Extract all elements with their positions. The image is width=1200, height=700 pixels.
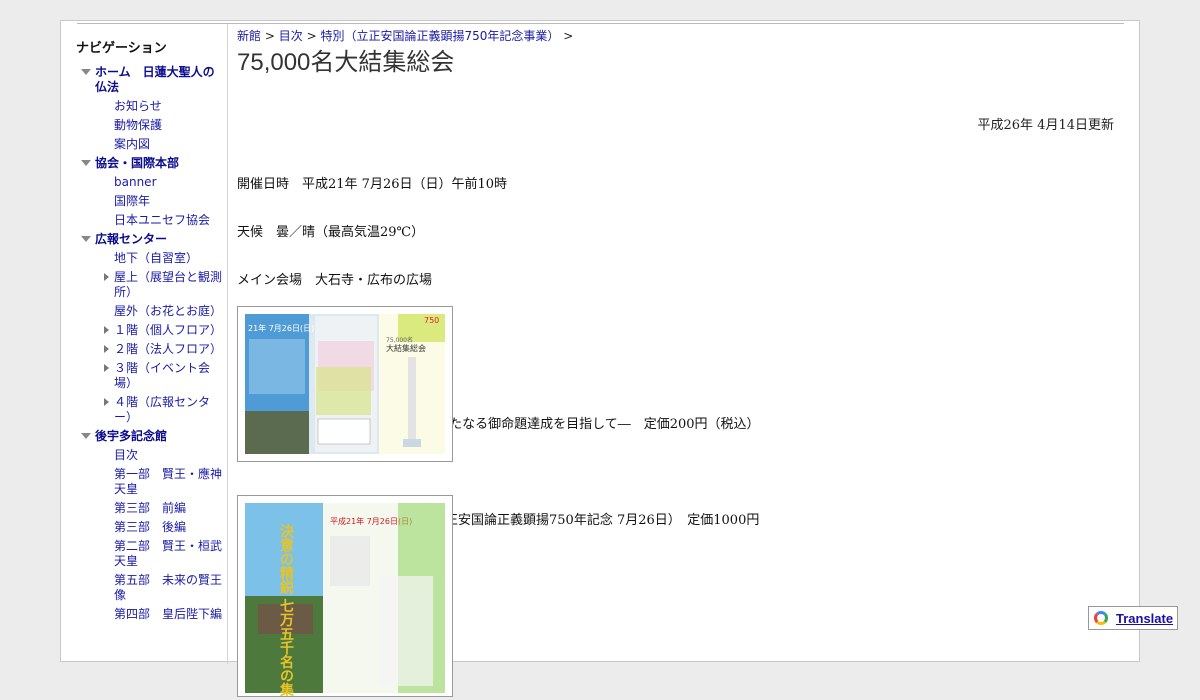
sidebar-item[interactable]: banner xyxy=(61,171,227,190)
top-divider xyxy=(77,23,1124,24)
breadcrumb-item-new-hall[interactable]: 新館 xyxy=(237,29,261,43)
sidebar-item[interactable]: 第五部 未来の賢王像 xyxy=(61,569,227,603)
sidebar-item-label: お知らせ xyxy=(114,99,162,113)
badge-750: 750 xyxy=(424,316,439,325)
sidebar-item[interactable]: 第四部 皇后陛下編 xyxy=(61,603,227,622)
sidebar-item[interactable]: 動物保護 xyxy=(61,114,227,133)
sidebar-item[interactable]: 第二部 賢王・桓武天皇 xyxy=(61,535,227,569)
sidebar-nav: ホーム 日蓮大聖人の仏法お知らせ動物保護案内図協会・国際本部 banner 国際年日… xyxy=(61,61,227,622)
photobook-image: 21年 7月26日(日) 750 75,000名 大結集総会 xyxy=(245,314,445,454)
sidebar-item[interactable]: ホーム 日蓮大聖人の仏法 xyxy=(61,61,227,95)
left-panel-date: 21年 7月26日(日) xyxy=(248,323,314,333)
breadcrumb-separator: > xyxy=(306,29,317,43)
monument xyxy=(408,357,416,439)
sidebar-item-label: ３階（イベント会場） xyxy=(114,361,211,390)
sidebar-item-label: 広報センター xyxy=(95,232,168,246)
updated-date: 平成26年 4月14日更新 xyxy=(977,118,1115,133)
dvd-image: 決意の精鋭 七万五千名の集い 平成21年 7月26日(日) xyxy=(245,503,445,700)
photobook-thumbnail[interactable]: 21年 7月26日(日) 750 75,000名 大結集総会 xyxy=(237,306,453,462)
sidebar-item[interactable]: ４階（広報センター） xyxy=(61,391,227,425)
sidebar-item-label: 屋上（展望台と観測所） xyxy=(114,270,223,299)
breadcrumb: 新館 > 目次 > 特別（立正安国論正義顕揚750年記念事業） > xyxy=(237,27,1127,45)
collapsed-caret-icon[interactable] xyxy=(104,326,109,334)
collapsed-caret-icon[interactable] xyxy=(104,273,109,281)
sidebar-item-label: 案内図 xyxy=(114,137,151,151)
sidebar-item[interactable]: 目次 xyxy=(61,444,227,463)
sidebar-item-label: 第四部 皇后陛下編 xyxy=(114,607,223,621)
expanded-caret-icon[interactable] xyxy=(81,69,91,75)
collapsed-caret-icon[interactable] xyxy=(104,345,109,353)
sidebar-item-label: 協会・国際本部 xyxy=(95,156,180,170)
sidebar-item-label: 国際年 xyxy=(114,194,151,208)
collapsed-caret-icon[interactable] xyxy=(104,398,109,406)
sidebar-item-label: 第三部 後編 xyxy=(114,520,187,534)
sidebar-item[interactable]: 日本ユニセフ協会 xyxy=(61,209,227,228)
breadcrumb-separator: > xyxy=(264,29,275,43)
sidebar-item-label: 第一部 賢王・應神天皇 xyxy=(114,467,223,496)
vertical-title: 決意の精鋭 七万五千名の集い xyxy=(278,523,295,696)
sidebar-item[interactable]: 地下（自習室） xyxy=(61,247,227,266)
sidebar-item-label: 第三部 前編 xyxy=(114,501,187,515)
sidebar-item-label: ホーム 日蓮大聖人の仏法 xyxy=(95,65,215,94)
sidebar-item-label: １階（個人フロア） xyxy=(114,323,223,337)
right-panel-small: 75,000名 xyxy=(386,336,413,344)
sidebar-title: ナビゲーション xyxy=(76,41,167,56)
sidebar-item-label: banner xyxy=(114,175,157,189)
sidebar-item[interactable]: ２階（法人フロア） xyxy=(61,338,227,357)
sidebar-item-label: 目次 xyxy=(114,448,139,462)
google-g-icon xyxy=(1094,611,1108,625)
page-container: ナビゲーション ホーム 日蓮大聖人の仏法お知らせ動物保護案内図協会・国際本部 ba… xyxy=(60,20,1140,700)
crowd-photo xyxy=(245,411,309,454)
sidebar-item-label: 地下（自習室） xyxy=(114,251,199,265)
sidebar-item[interactable]: １階（個人フロア） xyxy=(61,319,227,338)
translate-label: Translate xyxy=(1116,611,1174,626)
breadcrumb-item-special[interactable]: 特別（立正安国論正義顕揚750年記念事業） xyxy=(320,29,559,43)
sidebar: ナビゲーション ホーム 日蓮大聖人の仏法お知らせ動物保護案内図協会・国際本部 ba… xyxy=(61,24,228,664)
sidebar-item[interactable]: ３階（イベント会場） xyxy=(61,357,227,391)
sidebar-item-label: ４階（広報センター） xyxy=(114,395,211,424)
sidebar-item-label: ２階（法人フロア） xyxy=(114,342,223,356)
sidebar-item[interactable]: 協会・国際本部 xyxy=(61,152,227,171)
expanded-caret-icon[interactable] xyxy=(81,236,91,242)
detail-line-weather: 天候 曇／晴（最高気温29℃） xyxy=(237,225,425,240)
dvd-thumbnail[interactable]: 決意の精鋭 七万五千名の集い 平成21年 7月26日(日) xyxy=(237,495,453,700)
sidebar-item[interactable]: 広報センター xyxy=(61,228,227,247)
sidebar-item[interactable]: 第一部 賢王・應神天皇 xyxy=(61,463,227,497)
sidebar-item[interactable]: 後宇多記念館 xyxy=(61,425,227,444)
sidebar-item[interactable]: 第三部 前編 xyxy=(61,497,227,516)
breadcrumb-separator: > xyxy=(563,29,574,43)
main-content: 新館 > 目次 > 特別（立正安国論正義顕揚750年記念事業） > 75,000… xyxy=(237,27,1127,700)
sidebar-item-label: 日本ユニセフ協会 xyxy=(114,213,211,227)
sidebar-item[interactable]: お知らせ xyxy=(61,95,227,114)
detail-line-venue: メイン会場 大石寺・広布の広場 xyxy=(237,273,433,288)
right-panel-title: 大結集総会 xyxy=(386,343,426,353)
sidebar-item[interactable]: 屋上（展望台と観測所） xyxy=(61,266,227,300)
collapsed-caret-icon[interactable] xyxy=(104,364,109,372)
sidebar-item-label: 第五部 未来の賢王像 xyxy=(114,573,223,602)
sidebar-item[interactable]: 案内図 xyxy=(61,133,227,152)
sidebar-item-label: 動物保護 xyxy=(114,118,163,132)
translate-button[interactable]: Translate xyxy=(1088,606,1178,630)
expanded-caret-icon[interactable] xyxy=(81,160,91,166)
detail-line-date: 開催日時 平成21年 7月26日（日）午前10時 xyxy=(237,177,508,192)
expanded-caret-icon[interactable] xyxy=(81,433,91,439)
page-title: 75,000名大結集総会 xyxy=(237,49,455,76)
sidebar-item-label: 後宇多記念館 xyxy=(95,429,168,443)
sidebar-item[interactable]: 第三部 後編 xyxy=(61,516,227,535)
sidebar-item-label: 屋外（お花とお庭） xyxy=(114,304,223,318)
sidebar-item[interactable]: 屋外（お花とお庭） xyxy=(61,300,227,319)
sidebar-item[interactable]: 国際年 xyxy=(61,190,227,209)
sidebar-item-label: 第二部 賢王・桓武天皇 xyxy=(114,539,223,568)
breadcrumb-item-contents[interactable]: 目次 xyxy=(279,29,303,43)
